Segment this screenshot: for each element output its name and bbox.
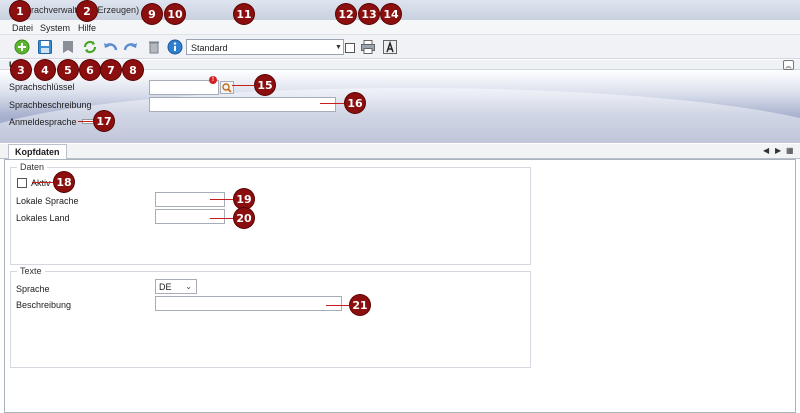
info-button[interactable] <box>166 38 184 56</box>
redo-icon <box>123 43 137 51</box>
lokales-land-label: Lokales Land <box>16 213 70 223</box>
callout-line-17 <box>78 121 94 122</box>
header-panel <box>0 70 800 143</box>
sprachbeschreibung-label: Sprachbeschreibung <box>9 100 92 110</box>
bookmark-icon <box>63 41 73 53</box>
menu-bar: Datei System Hilfe <box>0 20 800 35</box>
texte-title: Texte <box>17 266 45 276</box>
redo-button[interactable] <box>122 38 140 56</box>
callout-2: 2 <box>77 1 97 21</box>
daten-group: Daten <box>10 162 531 265</box>
menu-hilfe[interactable]: Hilfe <box>78 23 96 33</box>
chevron-down-icon: ⌄ <box>185 282 192 291</box>
callout-9: 9 <box>142 4 162 24</box>
header-wave-decoration <box>0 88 800 143</box>
trash-icon <box>149 41 159 54</box>
sprachschluessel-label: Sprachschlüssel <box>9 82 75 92</box>
save-icon <box>38 40 52 54</box>
callout-10: 10 <box>165 4 185 24</box>
callout-5: 5 <box>58 60 78 80</box>
refresh-icon <box>83 40 97 54</box>
double-chevron-up-icon: ︽ <box>785 63 792 70</box>
aktiv-checkbox[interactable] <box>17 178 27 188</box>
callout-8: 8 <box>123 60 143 80</box>
callout-7: 7 <box>101 60 121 80</box>
callout-20: 20 <box>234 208 254 228</box>
sprache-select-value: DE <box>159 282 172 292</box>
search-icon <box>222 82 232 93</box>
callout-14: 14 <box>381 4 401 24</box>
tab-next-icon[interactable]: ▶ <box>775 146 781 155</box>
sprache-select[interactable]: DE ⌄ <box>155 279 197 294</box>
callout-line-16 <box>320 103 344 104</box>
tab-list-icon[interactable]: ▦ <box>786 146 794 155</box>
callout-11: 11 <box>234 4 254 24</box>
callout-1: 1 <box>10 1 30 21</box>
callout-line-21 <box>326 305 350 306</box>
daten-title: Daten <box>17 162 48 172</box>
chevron-down-icon: ▼ <box>335 44 342 51</box>
callout-18: 18 <box>54 172 74 192</box>
save-button[interactable] <box>36 38 54 56</box>
beschreibung-label: Beschreibung <box>16 300 72 310</box>
lokale-sprache-label: Lokale Sprache <box>16 196 79 206</box>
save-as-button[interactable] <box>59 38 77 56</box>
texte-group: Texte <box>10 266 531 368</box>
new-button[interactable] <box>13 38 31 56</box>
text-format-icon <box>383 40 397 54</box>
print-button[interactable] <box>359 38 377 56</box>
anmeldesprache-label: Anmeldesprache <box>9 117 77 127</box>
callout-line-20 <box>210 218 234 219</box>
callout-17: 17 <box>94 111 114 131</box>
printer-icon <box>361 40 375 54</box>
menu-datei[interactable]: Datei <box>12 23 33 33</box>
callout-line-18 <box>32 182 54 183</box>
callout-line-15 <box>232 85 254 86</box>
sprachschluessel-input[interactable] <box>149 80 219 95</box>
add-icon <box>14 39 30 55</box>
toolbar <box>0 35 800 59</box>
collapse-button[interactable]: ︽ <box>783 60 794 70</box>
delete-button[interactable] <box>145 38 163 56</box>
tab-kopfdaten[interactable]: Kopfdaten <box>8 144 67 159</box>
undo-icon <box>104 43 118 51</box>
layout-select[interactable]: Standard ▼ <box>186 39 344 55</box>
option-checkbox[interactable] <box>345 43 355 53</box>
callout-21: 21 <box>350 295 370 315</box>
lookup-button[interactable] <box>220 81 234 94</box>
refresh-button[interactable] <box>81 38 99 56</box>
aktiv-label: Aktiv <box>31 178 51 188</box>
lokales-land-input[interactable] <box>155 209 225 224</box>
callout-12: 12 <box>336 4 356 24</box>
format-button[interactable] <box>381 38 399 56</box>
callout-3: 3 <box>11 60 31 80</box>
sprachbeschreibung-input[interactable] <box>149 97 336 112</box>
info-icon <box>167 39 183 55</box>
tab-prev-icon[interactable]: ◀ <box>763 146 769 155</box>
beschreibung-input[interactable] <box>155 296 342 311</box>
tab-strip: Kopfdaten ◀ ▶ ▦ <box>0 144 800 159</box>
layout-select-value: Standard <box>191 43 228 53</box>
menu-system[interactable]: System <box>40 23 70 33</box>
sprache-label: Sprache <box>16 284 50 294</box>
callout-16: 16 <box>345 93 365 113</box>
callout-13: 13 <box>359 4 379 24</box>
undo-button[interactable] <box>101 38 119 56</box>
callout-19: 19 <box>234 189 254 209</box>
callout-6: 6 <box>80 60 100 80</box>
callout-15: 15 <box>255 75 275 95</box>
callout-4: 4 <box>35 60 55 80</box>
callout-line-19 <box>210 199 234 200</box>
error-icon: ! <box>209 76 217 84</box>
